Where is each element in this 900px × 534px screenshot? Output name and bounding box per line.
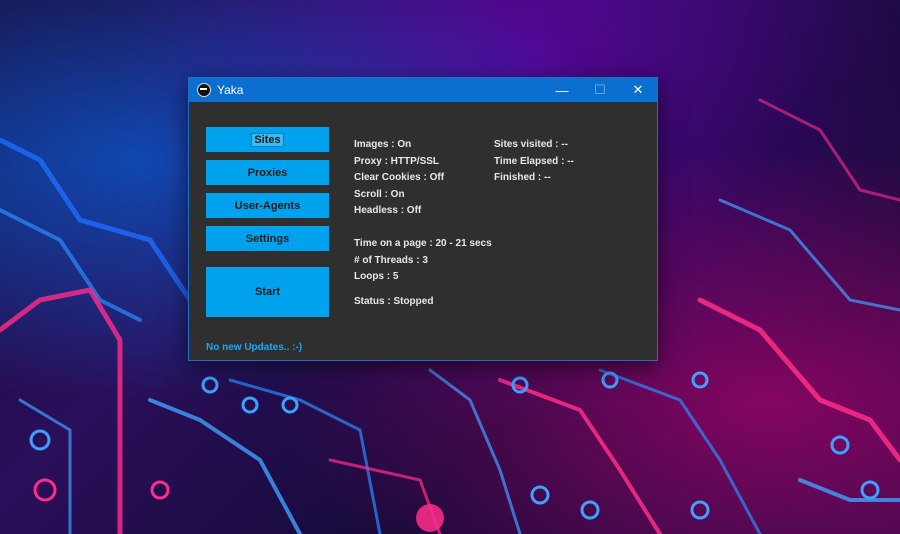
update-message: No new Updates.. :-) [206, 342, 303, 353]
run-status: Status : Stopped [354, 296, 434, 307]
proxy-status: Proxy : HTTP/SSL [354, 156, 440, 167]
proxies-button[interactable]: Proxies [206, 160, 329, 185]
start-button[interactable]: Start [206, 267, 329, 317]
time-on-page-status: Time on a page : 20 - 21 secs [354, 238, 492, 249]
sites-button-label: Sites [251, 132, 284, 147]
settings-button-label: Settings [245, 232, 290, 245]
app-icon [197, 83, 211, 97]
finished-status: Finished : -- [494, 172, 551, 183]
time-elapsed-status: Time Elapsed : -- [494, 156, 574, 167]
clear-cookies-status: Clear Cookies : Off [354, 172, 445, 183]
images-status: Images : On [354, 139, 412, 150]
threads-status: # of Threads : 3 [354, 255, 428, 266]
user-agents-button[interactable]: User-Agents [206, 193, 329, 218]
headless-status: Headless : Off [354, 205, 422, 216]
settings-button[interactable]: Settings [206, 226, 329, 251]
title-bar[interactable]: Yaka — ☐ ✕ [189, 78, 657, 102]
close-button[interactable]: ✕ [619, 78, 657, 102]
maximize-button[interactable]: ☐ [581, 78, 619, 102]
sites-button[interactable]: Sites [206, 127, 329, 152]
loops-status: Loops : 5 [354, 271, 399, 282]
start-button-label: Start [254, 286, 281, 298]
window-title: Yaka [217, 83, 244, 97]
user-agents-button-label: User-Agents [234, 199, 301, 212]
minimize-button[interactable]: — [543, 78, 581, 102]
main-panel: Sites Proxies User-Agents Settings Start… [189, 102, 657, 360]
proxies-button-label: Proxies [247, 166, 288, 179]
app-window: Yaka — ☐ ✕ Sites Proxies User-Agents Set… [188, 77, 658, 361]
scroll-status: Scroll : On [354, 189, 405, 200]
sites-visited-status: Sites visited : -- [494, 139, 568, 150]
